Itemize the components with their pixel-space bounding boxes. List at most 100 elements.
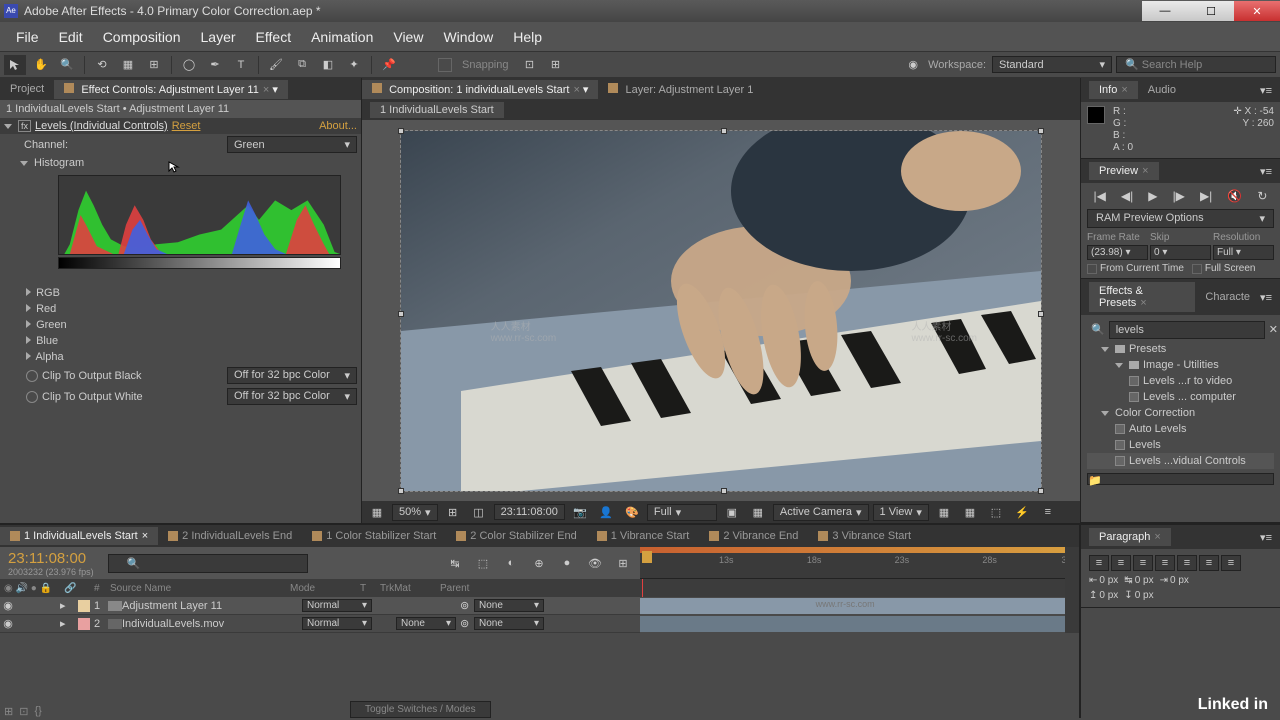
zoom-dropdown[interactable]: 50% ▾ <box>392 504 438 521</box>
paragraph-tab[interactable]: Paragraph× <box>1089 528 1171 546</box>
indent-right[interactable]: ⇥ 0 px <box>1160 575 1189 586</box>
tree-item-selected[interactable]: Levels ...vidual Controls <box>1087 453 1274 469</box>
stopwatch-icon[interactable] <box>26 370 38 382</box>
parent-dropdown[interactable]: None▾ <box>474 617 544 630</box>
menu-edit[interactable]: Edit <box>49 25 93 49</box>
transform-handle[interactable] <box>398 311 404 317</box>
nested-comp-name[interactable]: 1 IndividualLevels Start <box>370 102 504 118</box>
layer-tab[interactable]: Layer: Adjustment Layer 1 <box>598 80 763 99</box>
pen-tool[interactable]: ✒ <box>204 55 226 75</box>
eraser-tool[interactable]: ◧ <box>317 55 339 75</box>
hand-tool[interactable]: ✋ <box>30 55 52 75</box>
tl-icon[interactable]: ◐ <box>500 553 522 573</box>
space-after[interactable]: ↧ 0 px <box>1124 590 1153 601</box>
panel-menu-icon[interactable]: ▾≡ <box>1260 291 1272 304</box>
from-current-checkbox[interactable]: From Current Time <box>1087 263 1184 274</box>
visibility-icon[interactable]: ◉ <box>0 617 16 630</box>
histogram-twirl-icon[interactable] <box>20 161 28 166</box>
zoom-tool[interactable]: 🔍 <box>56 55 78 75</box>
timeline-tab[interactable]: 2 Vibrance End <box>699 527 808 545</box>
layer-mode-dropdown[interactable]: Normal▾ <box>302 599 372 612</box>
selection-tool[interactable] <box>4 55 26 75</box>
view-dropdown[interactable]: 1 View ▾ <box>873 504 929 521</box>
view-opt-1-icon[interactable]: ▦ <box>933 502 955 522</box>
layer-color[interactable] <box>78 618 90 630</box>
play-button[interactable]: ▶ <box>1148 189 1157 203</box>
menu-help[interactable]: Help <box>503 25 552 49</box>
shape-tool[interactable]: ◯ <box>178 55 200 75</box>
timeline-tab[interactable]: 1 Color Stabilizer Start <box>302 527 446 545</box>
effect-controls-tab[interactable]: Effect Controls: Adjustment Layer 11× ▾ <box>54 80 288 99</box>
close-button[interactable]: ✕ <box>1234 1 1280 21</box>
search-help-input[interactable]: 🔍 Search Help <box>1116 56 1276 73</box>
snap-checkbox[interactable] <box>438 58 452 72</box>
align-center-button[interactable]: ≡ <box>1111 555 1131 571</box>
effects-search-input[interactable] <box>1109 321 1265 339</box>
menu-window[interactable]: Window <box>433 25 503 49</box>
skip-dropdown[interactable]: 0 ▾ <box>1150 245 1211 260</box>
fx-badge[interactable]: fx <box>18 120 31 132</box>
footer-icon[interactable]: ⊡ <box>19 705 28 718</box>
footer-icon[interactable]: ⊞ <box>4 705 13 718</box>
timecode-display[interactable]: 23:11:08:00 <box>494 504 565 520</box>
preview-resolution-dropdown[interactable]: Full ▾ <box>1213 245 1274 260</box>
tree-item[interactable]: Levels <box>1087 437 1274 453</box>
timeline-tab[interactable]: 2 Color Stabilizer End <box>446 527 586 545</box>
pixel-aspect-icon[interactable]: ⬚ <box>985 502 1007 522</box>
prev-frame-button[interactable]: ◀| <box>1121 189 1133 203</box>
blue-channel[interactable]: Blue <box>0 333 361 349</box>
parent-dropdown[interactable]: None▾ <box>474 599 544 612</box>
transform-handle[interactable] <box>1038 128 1044 134</box>
full-screen-checkbox[interactable]: Full Screen <box>1192 263 1256 274</box>
roi-icon[interactable]: ▣ <box>721 502 743 522</box>
footage-preview[interactable]: 人人素材www.rr-sc.com 人人素材www.rr-sc.com <box>401 131 1041 491</box>
transform-handle[interactable] <box>721 128 727 134</box>
timeline-tab[interactable]: 3 Vibrance Start <box>808 527 921 545</box>
tl-icon[interactable]: ⊞ <box>612 553 634 573</box>
brush-tool[interactable]: 🖌 <box>265 55 287 75</box>
timeline-icon[interactable]: ≡ <box>1037 502 1059 522</box>
effect-twirl-icon[interactable] <box>4 124 12 129</box>
resolution-dropdown[interactable]: Full ▾ <box>647 504 717 521</box>
green-channel[interactable]: Green <box>0 317 361 333</box>
transform-handle[interactable] <box>1038 311 1044 317</box>
color-icon[interactable]: 🎨 <box>621 502 643 522</box>
timeline-tab[interactable]: 2 IndividualLevels End <box>158 527 302 545</box>
mask-icon[interactable]: ◫ <box>468 502 490 522</box>
justify-right-button[interactable]: ≡ <box>1199 555 1219 571</box>
justify-all-button[interactable]: ≡ <box>1221 555 1241 571</box>
timeline-search[interactable]: 🔍 <box>108 554 308 573</box>
histogram-display[interactable] <box>58 175 341 255</box>
indent-left[interactable]: ⇤ 0 px <box>1089 575 1118 586</box>
effects-presets-tab[interactable]: Effects & Presets× <box>1089 282 1195 312</box>
next-frame-button[interactable]: |▶ <box>1173 189 1185 203</box>
space-before[interactable]: ↥ 0 px <box>1089 590 1118 601</box>
align-right-button[interactable]: ≡ <box>1133 555 1153 571</box>
justify-left-button[interactable]: ≡ <box>1155 555 1175 571</box>
camera-tool[interactable]: ▦ <box>117 55 139 75</box>
transform-handle[interactable] <box>1038 488 1044 494</box>
maximize-button[interactable]: ☐ <box>1188 1 1234 21</box>
layer-name[interactable]: IndividualLevels.mov <box>122 618 302 630</box>
menu-composition[interactable]: Composition <box>93 25 191 49</box>
tl-icon[interactable]: ● <box>556 553 578 573</box>
grid-icon[interactable]: ⊞ <box>442 502 464 522</box>
align-left-button[interactable]: ≡ <box>1089 555 1109 571</box>
channel-dropdown[interactable]: Green▾ <box>227 136 357 153</box>
layer-name[interactable]: Adjustment Layer 11 <box>122 600 302 612</box>
preview-tab[interactable]: Preview× <box>1089 162 1159 180</box>
reset-button[interactable]: Reset <box>172 120 201 132</box>
effect-name[interactable]: Levels (Individual Controls) <box>35 120 168 132</box>
pan-behind-tool[interactable]: ⊞ <box>143 55 165 75</box>
layer-bar[interactable]: www.rr-sc.com <box>640 598 1079 614</box>
playhead-icon[interactable] <box>642 551 652 563</box>
panel-menu-icon[interactable]: ▾≡ <box>1260 165 1272 178</box>
layer-row[interactable]: ◉ ▸ 1 Adjustment Layer 11 Normal▾ ▾ ⊚ No… <box>0 597 640 615</box>
toggle-switches-button[interactable]: Toggle Switches / Modes <box>350 701 491 718</box>
layer-color[interactable] <box>78 600 90 612</box>
composition-viewport[interactable]: 人人素材www.rr-sc.com 人人素材www.rr-sc.com <box>362 120 1080 501</box>
rotate-tool[interactable]: ⟲ <box>91 55 113 75</box>
panel-menu-icon[interactable]: ▾≡ <box>1260 84 1272 97</box>
tl-icon[interactable]: 👁 <box>584 553 606 573</box>
menu-effect[interactable]: Effect <box>246 25 302 49</box>
